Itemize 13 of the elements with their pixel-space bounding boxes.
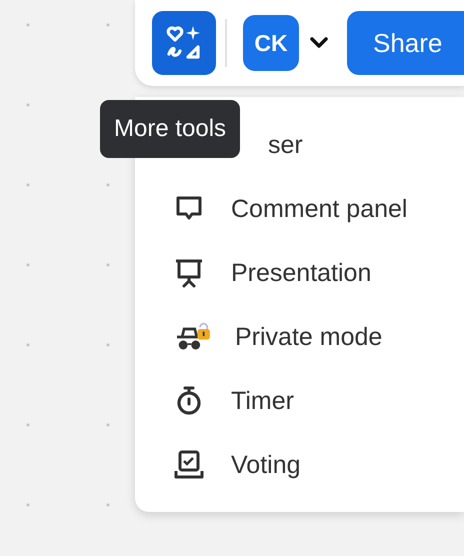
- share-button[interactable]: Share: [347, 11, 464, 75]
- tooltip: More tools: [100, 100, 240, 158]
- menu-item[interactable]: Voting: [231, 450, 301, 480]
- menu-item[interactable]: Timer: [231, 386, 294, 416]
- menu-item[interactable]: ser: [268, 130, 303, 160]
- menu-item[interactable]: Presentation: [231, 258, 372, 288]
- menu-item[interactable]: Private mode: [235, 322, 382, 352]
- presentation-board-icon: [173, 257, 205, 289]
- ballot-box-icon: [173, 449, 205, 481]
- chevron-down-icon: [309, 36, 329, 50]
- menu-item[interactable]: Comment panel: [231, 194, 408, 224]
- user-avatar[interactable]: CK: [243, 15, 299, 71]
- more-tools-button[interactable]: [152, 11, 216, 75]
